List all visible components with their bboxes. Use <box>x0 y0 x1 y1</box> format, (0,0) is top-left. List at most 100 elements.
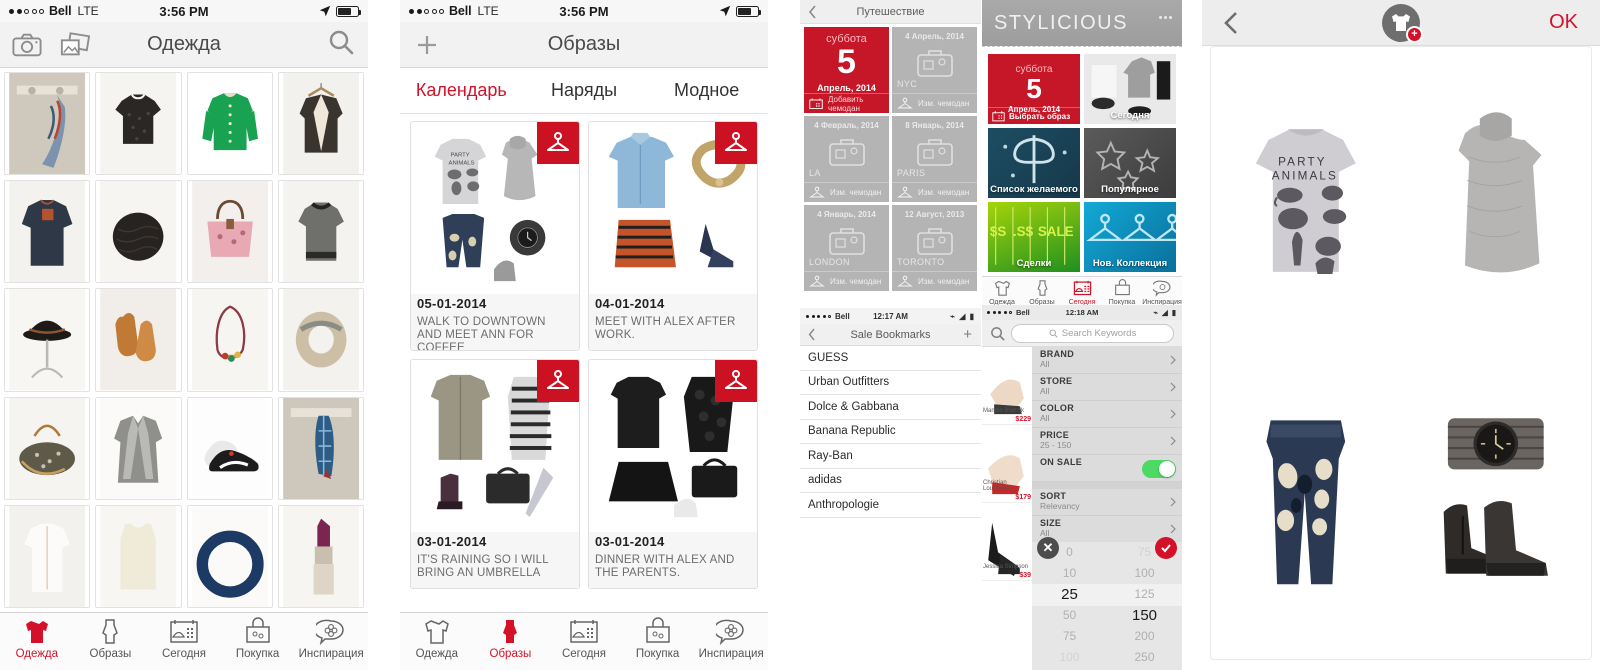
wardrobe-item[interactable] <box>277 396 364 500</box>
outfit-slot[interactable] <box>1401 47 1591 353</box>
tab-inspiration[interactable]: Инспирация <box>694 617 768 660</box>
filter-row-price[interactable]: PRICE 25 - 150 <box>1032 428 1182 455</box>
picker-option-selected[interactable]: 25 <box>1032 584 1107 605</box>
home-tiles[interactable]: суббота 5 Апрель, 2014 Выбрать образ Сег… <box>982 50 1182 276</box>
close-icon[interactable]: ✕ <box>1037 537 1059 559</box>
card-action[interactable]: Изм. чемодан <box>892 271 977 291</box>
hanger-badge[interactable] <box>715 122 757 164</box>
travel-card[interactable]: 12 Август, 2013 TORONTO Изм. чемодан <box>892 205 977 291</box>
list-item[interactable]: Urban Outfitters <box>800 371 981 395</box>
list-item[interactable]: adidas <box>800 469 981 493</box>
tile-today[interactable]: Сегодня <box>1084 54 1176 124</box>
looks-grid[interactable]: PARTY ANIMALS 05-01-2014 WALK TO DOWNTOW… <box>400 115 768 612</box>
tab-shopping[interactable]: Покупка <box>1102 279 1142 306</box>
tab-shopping[interactable]: Покупка <box>621 617 695 660</box>
wardrobe-item[interactable] <box>186 504 273 608</box>
wardrobe-item[interactable] <box>186 288 273 392</box>
search-bar[interactable]: Search Keywords <box>982 320 1182 347</box>
tab-bar[interactable]: Одежда Образы Сегодня Покупка Инспирация <box>0 612 368 670</box>
more-dots-icon[interactable] <box>1159 16 1172 19</box>
wardrobe-item[interactable] <box>186 180 273 284</box>
picker-option[interactable]: 75 <box>1032 626 1107 647</box>
tile-deals[interactable]: $S .S$ SALE Сделки <box>988 202 1080 272</box>
wardrobe-item[interactable] <box>277 288 364 392</box>
product-results[interactable]: Manolo Blahnik $229 Christian Louboutin … <box>982 347 1032 670</box>
camera-icon[interactable] <box>12 32 42 58</box>
tab-today[interactable]: Сегодня <box>1062 279 1102 306</box>
chevron-left-icon[interactable] <box>808 4 817 19</box>
picker-option[interactable]: 100 <box>1032 647 1107 668</box>
tile-pick-outfit[interactable]: суббота 5 Апрель, 2014 Выбрать образ <box>988 54 1080 124</box>
picker-option[interactable]: 50 <box>1032 605 1107 626</box>
filter-rows[interactable]: BRAND All STORE All COLOR All PRICE 25 -… <box>1032 347 1182 670</box>
look-card[interactable]: 04-01-2014 MEET WITH ALEX AFTER WORK. <box>588 121 758 351</box>
filter-row-brand[interactable]: BRAND All <box>1032 347 1182 374</box>
list-item[interactable]: Ray-Ban <box>800 444 981 469</box>
filter-row-sort[interactable]: SORT Relevancy <box>1032 489 1182 516</box>
photos-icon[interactable] <box>60 31 90 58</box>
wardrobe-item[interactable] <box>277 180 364 284</box>
tab-wardrobe[interactable]: Одежда <box>982 279 1022 306</box>
add-garment-button[interactable]: + <box>1202 3 1600 43</box>
tile-new-collection[interactable]: Нов. Коллекция <box>1084 202 1176 272</box>
bookmark-list[interactable]: GUESS Urban Outfitters Dolce & Gabbana B… <box>800 346 981 518</box>
picker-option-selected[interactable]: 150 <box>1107 605 1182 626</box>
tab-wardrobe[interactable]: Одежда <box>0 617 74 660</box>
tab-inspiration[interactable]: Инспирация <box>1142 279 1182 306</box>
wardrobe-item[interactable] <box>95 504 182 608</box>
price-picker[interactable]: ✕ 0 10 25 50 75 100 75 100 125 150 200 2… <box>1032 537 1182 670</box>
wardrobe-item[interactable] <box>4 180 91 284</box>
search-button[interactable] <box>326 29 356 60</box>
filter-row-color[interactable]: COLOR All <box>1032 401 1182 428</box>
tab-bar[interactable]: Одежда Образы Сегодня Покупка Инспирация <box>400 612 768 670</box>
tab-looks[interactable]: Образы <box>74 617 148 660</box>
tile-wishlist[interactable]: Список желаемого <box>988 128 1080 198</box>
tile-action[interactable]: Выбрать образ <box>988 107 1080 124</box>
filter-row-store[interactable]: STORE All <box>1032 374 1182 401</box>
price-min-column[interactable]: 0 10 25 50 75 100 <box>1032 542 1107 670</box>
chevron-left-icon[interactable] <box>808 328 816 341</box>
card-action[interactable]: Изм. чемодан <box>892 182 977 202</box>
list-item[interactable]: Banana Republic <box>800 420 981 444</box>
look-card[interactable]: PARTY ANIMALS 05-01-2014 WALK TO DOWNTOW… <box>410 121 580 351</box>
wardrobe-item[interactable] <box>277 504 364 608</box>
wardrobe-item[interactable] <box>186 396 273 500</box>
outfit-slot[interactable]: PARTY ANIMALS <box>1211 47 1401 353</box>
search-input[interactable]: Search Keywords <box>1011 323 1174 343</box>
picker-option[interactable]: 10 <box>1032 563 1107 584</box>
plus-icon[interactable] <box>412 32 442 58</box>
wardrobe-item[interactable] <box>277 72 364 176</box>
travel-card[interactable]: 4 Февраль, 2014 LA Изм. чемодан <box>804 116 889 202</box>
price-max-column[interactable]: 75 100 125 150 200 250 300 <box>1107 542 1182 670</box>
list-item[interactable]: Anthropologie <box>800 493 981 518</box>
search-icon[interactable] <box>326 29 356 55</box>
wardrobe-item[interactable] <box>95 288 182 392</box>
travel-card[interactable]: 8 Январь, 2014 PARIS Изм. чемодан <box>892 116 977 202</box>
picker-option[interactable]: 200 <box>1107 626 1182 647</box>
outfit-slot[interactable] <box>1211 353 1401 659</box>
check-icon[interactable] <box>1155 537 1177 559</box>
tab-wardrobe[interactable]: Одежда <box>400 617 474 660</box>
wardrobe-item[interactable] <box>95 72 182 176</box>
outfit-canvas[interactable]: PARTY ANIMALS <box>1210 46 1592 660</box>
tab-shopping[interactable]: Покупка <box>221 617 295 660</box>
travel-card-today[interactable]: суббота 5 Апрель, 2014 Добавить чемодан <box>804 27 889 113</box>
outfit-slot[interactable] <box>1401 353 1591 659</box>
wardrobe-item[interactable] <box>4 396 91 500</box>
travel-grid[interactable]: суббота 5 Апрель, 2014 Добавить чемодан … <box>800 24 981 294</box>
wardrobe-grid[interactable] <box>0 68 368 612</box>
hanger-badge[interactable] <box>715 360 757 402</box>
on-sale-toggle[interactable] <box>1142 460 1176 478</box>
picker-option[interactable]: 250 <box>1107 647 1182 668</box>
tile-popular[interactable]: Популярное <box>1084 128 1176 198</box>
travel-card[interactable]: 4 Апрель, 2014 NYC Изм. чемодан <box>892 27 977 113</box>
card-action[interactable]: Изм. чемодан <box>804 271 889 291</box>
tab-inspiration[interactable]: Инспирация <box>294 617 368 660</box>
segment-outfits[interactable]: Наряды <box>523 80 646 101</box>
search-icon[interactable] <box>990 326 1005 341</box>
tab-looks[interactable]: Образы <box>474 617 548 660</box>
wardrobe-item[interactable] <box>4 72 91 176</box>
wardrobe-item[interactable] <box>4 504 91 608</box>
travel-card[interactable]: 4 Январь, 2014 LONDON Изм. чемодан <box>804 205 889 291</box>
card-action[interactable]: Изм. чемодан <box>892 93 977 113</box>
